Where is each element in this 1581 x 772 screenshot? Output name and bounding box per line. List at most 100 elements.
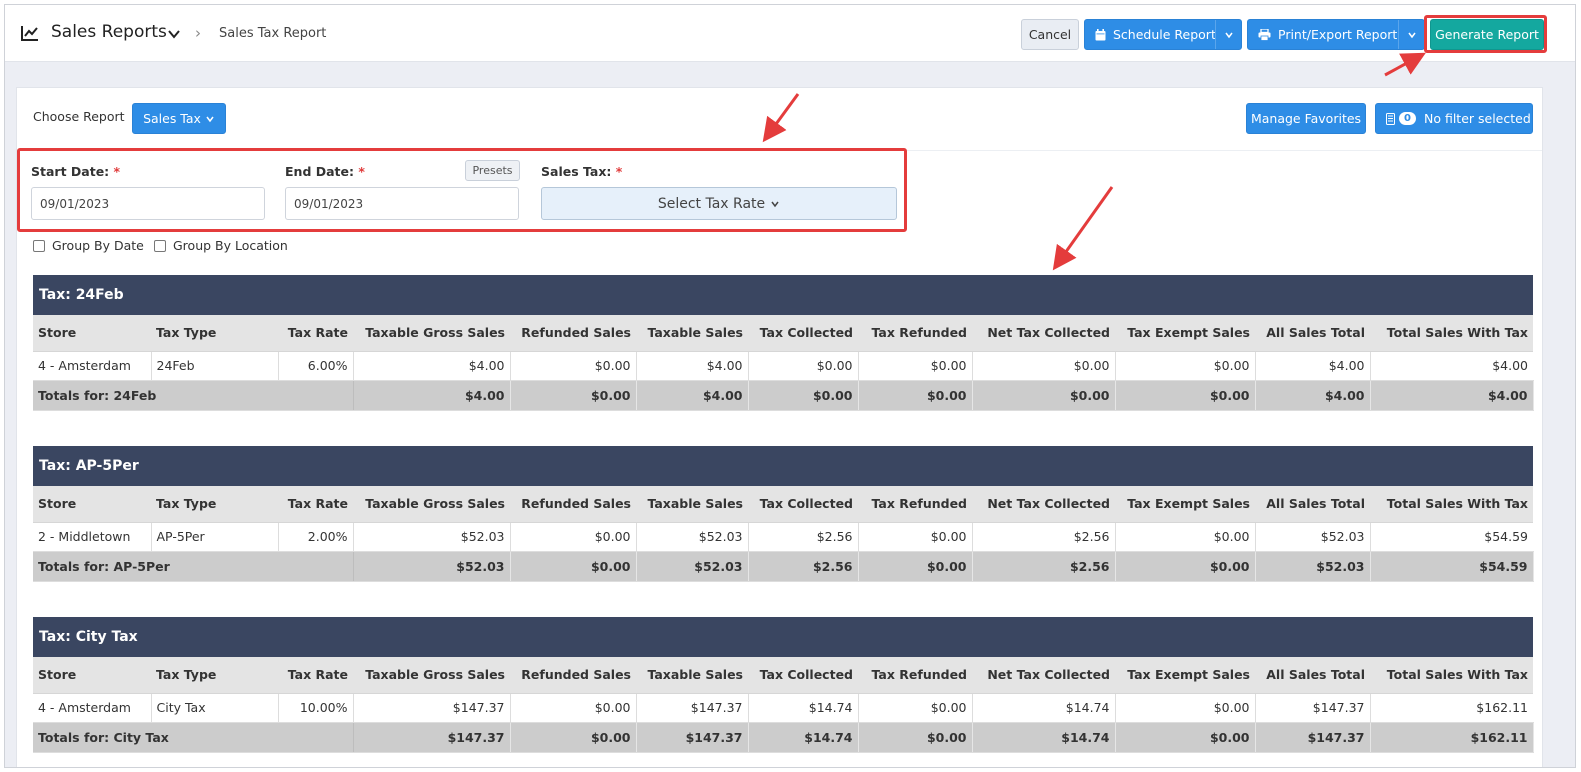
table-cell: $0.00 [510, 351, 637, 381]
column-header: Taxable Sales [636, 486, 748, 523]
column-header: Tax Exempt Sales [1115, 657, 1255, 694]
totals-cell: $162.11 [1370, 722, 1534, 753]
column-header: All Sales Total [1255, 486, 1370, 523]
report-card: Choose Report Sales Tax Manage Favorites… [16, 87, 1543, 767]
checkbox-box[interactable] [33, 239, 45, 252]
table-cell: $0.00 [1115, 693, 1256, 723]
filter-button[interactable]: 0 No filter selected [1375, 103, 1533, 134]
totals-cell: $0.00 [510, 551, 637, 582]
table-cell: 24Feb [151, 351, 279, 381]
checkbox-box[interactable] [154, 239, 166, 252]
table-cell: $162.11 [1370, 693, 1533, 723]
totals-cell: $4.00 [353, 380, 511, 411]
table-cell: $2.56 [748, 522, 859, 552]
divider [17, 150, 1542, 151]
table-cell: $4.00 [1370, 351, 1533, 381]
totals-cell: $52.03 [1255, 551, 1371, 582]
table-cell: $147.37 [353, 693, 511, 723]
tax-rate-select[interactable]: Select Tax Rate [541, 187, 897, 220]
schedule-dropdown-toggle[interactable] [1215, 20, 1241, 49]
column-header: Total Sales With Tax [1370, 315, 1533, 352]
table-cell: $0.00 [510, 522, 637, 552]
table-cell: $0.00 [858, 693, 973, 723]
table-cell: $0.00 [858, 522, 973, 552]
table-cell: 2.00% [278, 522, 354, 552]
table-cell: 4 - Amsterdam [33, 693, 152, 723]
table-cell: $14.74 [972, 693, 1116, 723]
report-select-value: Sales Tax [143, 111, 201, 126]
cancel-button[interactable]: Cancel [1021, 19, 1079, 50]
table-cell: $147.37 [1255, 693, 1371, 723]
manage-favorites-label: Manage Favorites [1250, 111, 1362, 126]
tax-section-title: Tax: 24Feb [33, 275, 1533, 315]
manage-favorites-button[interactable]: Manage Favorites [1246, 103, 1366, 134]
totals-cell: $0.00 [748, 380, 859, 411]
table-cell: $0.00 [858, 351, 973, 381]
start-date-input[interactable]: 09/01/2023 [31, 187, 265, 220]
table-cell: $0.00 [748, 351, 859, 381]
totals-cell: $0.00 [1115, 722, 1256, 753]
totals-cell: $14.74 [972, 722, 1116, 753]
column-header: Tax Type [151, 486, 278, 523]
column-header: Tax Exempt Sales [1115, 315, 1255, 352]
column-header: Tax Type [151, 315, 278, 352]
table-cell: 10.00% [278, 693, 354, 723]
totals-cell: $52.03 [353, 551, 511, 582]
tax-table: Store Tax Type Tax Rate Taxable Gross Sa… [33, 657, 1534, 753]
table-cell: $4.00 [1255, 351, 1371, 381]
chevron-down-icon [771, 201, 779, 207]
column-header: Store [33, 486, 151, 523]
table-cell: $0.00 [1115, 522, 1256, 552]
end-date-input[interactable]: 09/01/2023 [285, 187, 519, 220]
table-cell: $0.00 [1115, 351, 1256, 381]
group-by-location-checkbox[interactable]: Group By Location [154, 238, 288, 253]
schedule-report-button[interactable]: Schedule Report [1084, 19, 1242, 50]
calendar-icon [1095, 28, 1106, 40]
sales-tax-label: Sales Tax: * [541, 164, 623, 179]
chevron-down-icon [1224, 32, 1233, 38]
line-chart-icon [21, 26, 38, 41]
choose-report-label: Choose Report [33, 109, 125, 124]
breadcrumb-current: Sales Tax Report [219, 26, 327, 41]
totals-cell: $54.59 [1370, 551, 1534, 582]
totals-cell: $0.00 [1115, 380, 1256, 411]
column-header: Net Tax Collected [972, 486, 1115, 523]
totals-cell: $0.00 [858, 722, 973, 753]
group-by-date-checkbox[interactable]: Group By Date [33, 238, 144, 253]
column-header: Tax Refunded [858, 486, 972, 523]
generate-report-button[interactable]: Generate Report [1430, 19, 1544, 50]
page-header: Sales Reports › Sales Tax Report Cancel … [5, 5, 1575, 62]
totals-cell: $4.00 [636, 380, 749, 411]
table-row: 2 - Middletown AP-5Per 2.00% $52.03 $0.0… [33, 522, 1533, 552]
table-cell: City Tax [151, 693, 279, 723]
group-by-location-label: Group By Location [173, 238, 288, 253]
column-header: Tax Rate [278, 657, 353, 694]
totals-cell: $147.37 [353, 722, 511, 753]
chevron-down-icon[interactable] [167, 27, 181, 41]
table-cell: $54.59 [1370, 522, 1533, 552]
table-header-row: Store Tax Type Tax Rate Taxable Gross Sa… [33, 486, 1533, 523]
print-export-button[interactable]: Print/Export Report [1247, 19, 1425, 50]
column-header: Store [33, 657, 151, 694]
totals-cell: $147.37 [1255, 722, 1371, 753]
table-header-row: Store Tax Type Tax Rate Taxable Gross Sa… [33, 315, 1533, 352]
report-select-button[interactable]: Sales Tax [132, 103, 226, 134]
tax-rate-select-value: Select Tax Rate [657, 195, 766, 212]
table-cell: $4.00 [636, 351, 749, 381]
totals-cell: $2.56 [972, 551, 1116, 582]
presets-button[interactable]: Presets [465, 160, 520, 181]
tax-section-title: Tax: AP-5Per [33, 446, 1533, 486]
generate-report-label: Generate Report [1435, 27, 1539, 42]
app-frame: Sales Reports › Sales Tax Report Cancel … [4, 4, 1576, 768]
totals-cell: $0.00 [858, 380, 973, 411]
totals-cell: $2.56 [748, 551, 859, 582]
table-cell: $2.56 [972, 522, 1116, 552]
tax-section: Tax: AP-5Per Store Tax Type Tax Rate Tax… [33, 446, 1534, 582]
table-cell: $0.00 [972, 351, 1116, 381]
totals-cell: $52.03 [636, 551, 749, 582]
breadcrumb-separator-icon: › [195, 24, 201, 42]
tax-table: Store Tax Type Tax Rate Taxable Gross Sa… [33, 315, 1534, 411]
print-dropdown-toggle[interactable] [1398, 20, 1424, 49]
totals-row: Totals for: City Tax $147.37 $0.00 $147.… [33, 722, 1534, 753]
table-cell: $0.00 [510, 693, 637, 723]
